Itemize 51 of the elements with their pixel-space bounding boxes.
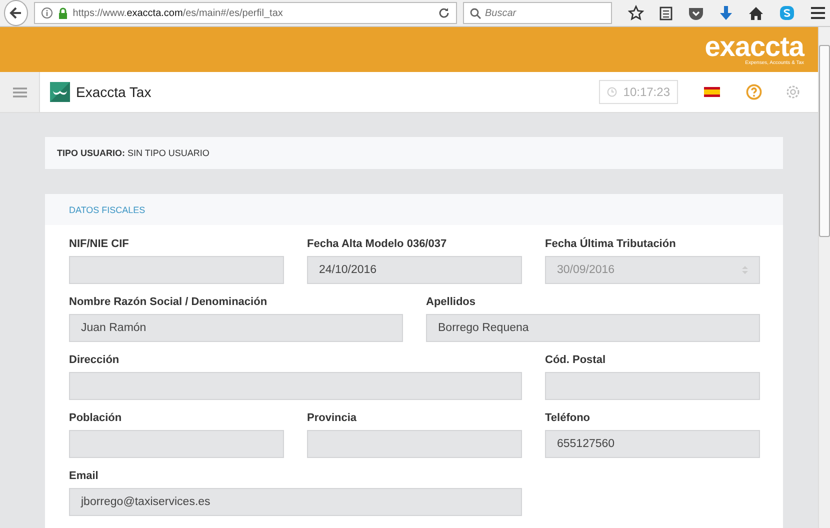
field-label: Fecha Última Tributación bbox=[545, 238, 677, 250]
input-field[interactable]: 655127560 bbox=[545, 430, 760, 458]
input-field[interactable]: 24/10/2016 bbox=[307, 256, 522, 284]
input-field[interactable] bbox=[307, 430, 522, 458]
settings-icon[interactable] bbox=[785, 84, 801, 100]
user-type-text: TIPO USUARIO: SIN TIPO USUARIO bbox=[57, 148, 210, 158]
url-text: https://www.exaccta.com/es/main#/es/perfil_tax bbox=[72, 8, 284, 18]
input-field[interactable]: Juan Ramón bbox=[69, 314, 403, 342]
info-icon bbox=[40, 7, 53, 19]
time-text: 10:17:23 bbox=[623, 85, 670, 99]
reload-icon[interactable] bbox=[438, 7, 450, 19]
input-field[interactable] bbox=[69, 372, 522, 400]
clock-icon bbox=[607, 87, 618, 97]
search-icon bbox=[470, 8, 481, 18]
download-icon[interactable] bbox=[719, 5, 733, 21]
menu-button[interactable] bbox=[0, 72, 40, 112]
field-label: Dirección bbox=[69, 354, 120, 366]
back-button[interactable] bbox=[4, 0, 28, 26]
field-label: NIF/NIE CIF bbox=[69, 238, 130, 250]
input-field[interactable]: jborrego@taxiservices.es bbox=[69, 488, 522, 516]
back-arrow-icon bbox=[8, 6, 23, 20]
address-bar[interactable]: https://www.exaccta.com/es/main#/es/perfil_tax bbox=[34, 2, 457, 24]
star-icon[interactable] bbox=[628, 5, 644, 21]
field-label: Teléfono bbox=[545, 412, 592, 424]
menu-icon[interactable] bbox=[810, 6, 826, 20]
spinner-icon bbox=[742, 265, 748, 275]
search-field[interactable]: Buscar bbox=[463, 2, 612, 24]
field-label: Población bbox=[69, 412, 123, 424]
pocket-icon[interactable] bbox=[688, 6, 704, 20]
input-field[interactable] bbox=[545, 372, 760, 400]
input-field[interactable] bbox=[69, 430, 284, 458]
skype-icon[interactable] bbox=[779, 5, 795, 21]
help-icon[interactable] bbox=[746, 84, 762, 100]
mustache-icon bbox=[50, 82, 70, 102]
app-title: Exaccta Tax bbox=[76, 84, 152, 100]
home-icon[interactable] bbox=[748, 6, 764, 20]
field-label: Fecha Alta Modelo 036/037 bbox=[307, 238, 448, 250]
clipboard-icon[interactable] bbox=[659, 5, 673, 21]
input-field[interactable] bbox=[69, 256, 284, 284]
field-label: Apellidos bbox=[426, 296, 477, 308]
menu-icon bbox=[12, 86, 26, 98]
scrollbar[interactable] bbox=[818, 27, 830, 528]
field-label: Cód. Postal bbox=[545, 354, 607, 366]
field-label: Provincia bbox=[307, 412, 358, 424]
field-label: Email bbox=[69, 470, 100, 482]
input-field[interactable]: Borrego Requena bbox=[426, 314, 760, 342]
logo-text: exaccta bbox=[704, 33, 804, 61]
field-label: Nombre Razón Social / Denominación bbox=[69, 296, 268, 308]
flag-icon[interactable] bbox=[704, 87, 720, 97]
lock-icon bbox=[58, 7, 68, 19]
section-title: DATOS FISCALES bbox=[69, 204, 146, 214]
